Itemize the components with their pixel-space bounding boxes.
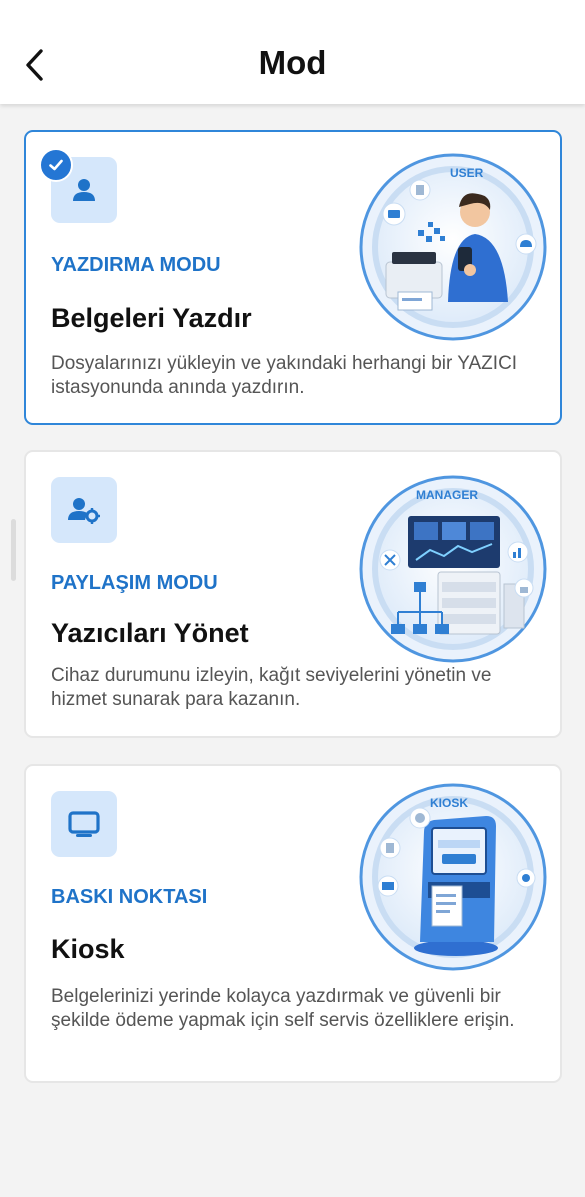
card-title: Belgeleri Yazdır <box>51 303 252 333</box>
card-title: Kiosk <box>51 934 125 964</box>
mode-card-print[interactable]: YAZDIRMA MODU Belgeleri Yazdır Dosyaları… <box>24 130 562 425</box>
mode-icon-box <box>51 477 117 543</box>
badge-text: MANAGER <box>416 488 478 502</box>
edge-handle <box>11 519 16 581</box>
card-description: Cihaz durumunu izleyin, kağıt seviyeleri… <box>51 665 492 710</box>
card-description: Dosyalarınızı yükleyin ve yakındaki herh… <box>51 353 518 398</box>
monitor-icon <box>68 811 100 837</box>
manager-printers-illustration: MANAGER <box>359 475 547 663</box>
kiosk-illustration: KIOSK <box>359 783 547 971</box>
card-title: Yazıcıları Yönet <box>51 618 249 648</box>
selected-check-icon <box>39 148 73 182</box>
mode-label: BASKI NOKTASI <box>51 886 208 908</box>
user-icon <box>73 179 95 201</box>
mode-label: PAYLAŞIM MODU <box>51 572 218 594</box>
mode-icon-box <box>51 791 117 857</box>
mode-card-share[interactable]: PAYLAŞIM MODU Yazıcıları Yönet Cihaz dur… <box>24 450 562 738</box>
badge-text: KIOSK <box>430 796 468 810</box>
mode-card-kiosk[interactable]: BASKI NOKTASI Kiosk Belgelerinizi yerind… <box>24 764 562 1083</box>
user-settings-icon <box>68 498 100 524</box>
badge-text: USER <box>450 166 484 180</box>
app-header: Mod <box>0 0 585 104</box>
mode-label: YAZDIRMA MODU <box>51 254 221 276</box>
user-printing-illustration: USER <box>359 153 547 341</box>
card-description: Belgelerinizi yerinde kolayca yazdırmak … <box>51 986 515 1031</box>
page-title: Mod <box>258 44 327 81</box>
